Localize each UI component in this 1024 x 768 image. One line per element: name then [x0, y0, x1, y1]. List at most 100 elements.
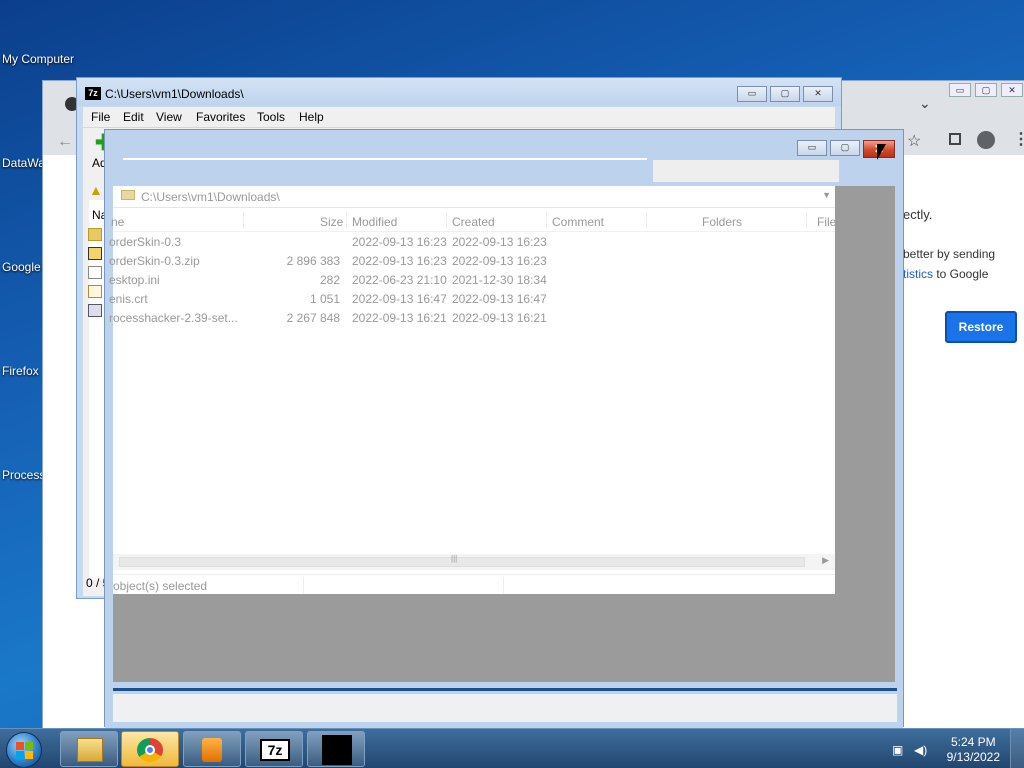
status-selected: object(s) selected [113, 579, 208, 593]
column-comment[interactable]: Comment [552, 215, 604, 229]
chrome-icon [137, 738, 163, 762]
chrome-minimize-button[interactable]: ▭ [949, 83, 971, 97]
overlay-maximize-button[interactable]: ▢ [830, 140, 860, 156]
table-row[interactable]: orderSkin-0.3 2022-09-13 16:23 2022-09-1… [109, 232, 835, 251]
console-icon [322, 735, 352, 765]
desktop-icon-datawa[interactable]: DataWa [2, 156, 45, 170]
table-row[interactable]: orderSkin-0.3.zip 2 896 383 2022-09-13 1… [109, 251, 835, 270]
file-name: orderSkin-0.3.zip [109, 254, 200, 268]
sevenzip-close-button[interactable]: ✕ [803, 86, 833, 102]
menu-help[interactable]: Help [299, 110, 324, 124]
taskbar: 7z ▣ ◀) 5:24 PM 9/13/2022 [0, 728, 1024, 768]
back-arrow-icon[interactable]: ← [57, 133, 73, 151]
horizontal-scrollbar[interactable]: ||| ▶ [113, 554, 835, 570]
star-icon[interactable]: ☆ [907, 131, 921, 151]
taskbar-console[interactable] [307, 731, 365, 767]
taskbar-media-player[interactable] [183, 731, 241, 767]
scrollbar-grip-icon: ||| [451, 554, 458, 563]
overlay-window: ▭ ▢ ✕ C:\Users\vm1\Downloads\ ▼ ne Size … [104, 129, 904, 728]
taskbar-7zip[interactable]: 7z [245, 731, 303, 767]
overlay-bottom-frame [105, 682, 903, 728]
show-desktop-button[interactable] [1010, 729, 1024, 768]
address-bar[interactable]: C:\Users\vm1\Downloads\ ▼ [113, 186, 835, 208]
zip-icon [88, 247, 102, 260]
folder-up-icon[interactable]: ▲ [89, 182, 103, 198]
chrome-close-button[interactable]: ✕ [1001, 83, 1023, 97]
taskbar-explorer[interactable] [60, 731, 118, 767]
overlay-minimize-button[interactable]: ▭ [797, 140, 827, 156]
file-modified: 2022-09-13 16:23 [352, 254, 447, 268]
file-created: 2022-09-13 16:47 [452, 292, 547, 306]
file-created: 2021-12-30 18:34 [452, 273, 547, 287]
metrics-suffix: to Google [933, 267, 989, 281]
sevenzip-maximize-button[interactable]: ▢ [770, 86, 800, 102]
table-row[interactable]: enis.crt 1 051 2022-09-13 16:47 2022-09-… [109, 289, 835, 308]
side-panel-icon[interactable] [949, 133, 961, 145]
statistics-link[interactable]: tistics [903, 267, 933, 281]
media-player-icon [202, 738, 222, 762]
file-size: 2 267 848 [286, 311, 340, 325]
desktop-icon-my-computer[interactable]: My Computer [2, 52, 74, 66]
file-modified: 2022-06-23 21:10 [352, 273, 447, 287]
overlay-file-panel: C:\Users\vm1\Downloads\ ▼ ne Size Modifi… [109, 186, 836, 594]
certificate-icon [88, 285, 102, 298]
overlay-frame-right [895, 130, 903, 726]
file-name: esktop.ini [109, 273, 160, 287]
installer-icon [88, 304, 102, 317]
profile-avatar-icon[interactable] [977, 131, 995, 149]
file-created: 2022-09-13 16:21 [452, 311, 547, 325]
file-created: 2022-09-13 16:23 [452, 254, 547, 268]
overlay-search-field [653, 160, 839, 182]
clock[interactable]: 5:24 PM 9/13/2022 [947, 735, 1000, 765]
clock-time: 5:24 PM [950, 735, 996, 749]
chrome-maximize-button[interactable]: ▢ [975, 83, 997, 97]
more-menu-icon[interactable]: ⋮ [1013, 129, 1024, 149]
chevron-down-icon[interactable]: ⌄ [919, 95, 931, 112]
sevenzip-minimize-button[interactable]: ▭ [737, 86, 767, 102]
file-name: rocesshacker-2.39-set... [109, 311, 238, 325]
scrollbar-thumb[interactable] [119, 557, 805, 567]
overlay-progress-bar [113, 688, 897, 691]
volume-icon[interactable]: ◀) [914, 743, 927, 757]
start-button[interactable] [6, 732, 42, 768]
clock-date: 9/13/2022 [946, 750, 1000, 764]
column-modified[interactable]: Modified [352, 215, 397, 229]
7zip-icon: 7z [260, 739, 290, 761]
file-size: 2 896 383 [286, 254, 340, 268]
table-row[interactable]: rocesshacker-2.39-set... 2 267 848 2022-… [109, 308, 835, 327]
file-modified: 2022-09-13 16:23 [352, 235, 447, 249]
chevron-down-icon[interactable]: ▼ [822, 190, 831, 200]
menu-favorites[interactable]: Favorites [196, 110, 245, 124]
network-icon[interactable]: ▣ [892, 743, 903, 757]
7zip-logo-icon: 7z [85, 87, 101, 100]
menu-view[interactable]: View [156, 110, 182, 124]
folder-icon [88, 228, 102, 241]
menu-tools[interactable]: Tools [257, 110, 285, 124]
sevenzip-title: C:\Users\vm1\Downloads\ [105, 87, 244, 101]
column-folders[interactable]: Folders [702, 215, 742, 229]
desktop-icon-firefox[interactable]: Firefox [2, 364, 39, 378]
desktop-icon-process[interactable]: Process [2, 468, 45, 482]
sevenzip-menubar: File Edit View Favorites Tools Help [83, 107, 835, 127]
menu-file[interactable]: File [91, 110, 110, 124]
sevenzip-titlebar: 7z C:\Users\vm1\Downloads\ ▭ ▢ ✕ [77, 78, 841, 106]
restore-dialog: ectly. better by sending tistics to Goog… [903, 155, 1024, 361]
table-row[interactable]: esktop.ini 282 2022-06-23 21:10 2021-12-… [109, 270, 835, 289]
file-modified: 2022-09-13 16:21 [352, 311, 447, 325]
explorer-icon [77, 738, 103, 762]
column-files[interactable]: File [817, 215, 836, 229]
column-size[interactable]: Size [320, 215, 343, 229]
folder-icon [121, 190, 135, 200]
taskbar-chrome[interactable] [121, 731, 179, 767]
metrics-message: better by sending [903, 247, 996, 261]
file-name: enis.crt [109, 292, 148, 306]
file-size: 282 [319, 273, 340, 287]
column-name[interactable]: ne [111, 215, 124, 229]
column-created[interactable]: Created [452, 215, 495, 229]
overlay-title-line [123, 158, 647, 160]
scroll-right-arrow-icon[interactable]: ▶ [822, 555, 829, 566]
desktop-icon-google[interactable]: Google [2, 260, 41, 274]
restore-button[interactable]: Restore [945, 311, 1017, 343]
file-name: orderSkin-0.3 [109, 235, 182, 249]
menu-edit[interactable]: Edit [123, 110, 144, 124]
